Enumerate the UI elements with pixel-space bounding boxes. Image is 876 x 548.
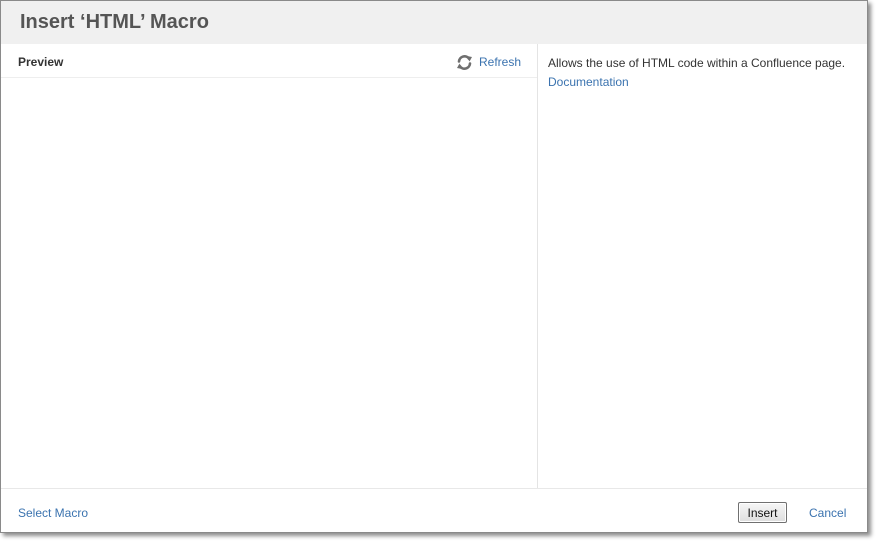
preview-label: Preview: [18, 55, 64, 69]
insert-macro-dialog: Insert ‘HTML’ Macro Preview Refresh Allo…: [0, 0, 868, 533]
cancel-link[interactable]: Cancel: [809, 506, 846, 520]
documentation-link[interactable]: Documentation: [548, 75, 629, 89]
insert-button[interactable]: Insert: [738, 502, 787, 523]
refresh-label: Refresh: [479, 55, 522, 69]
dialog-title: Insert ‘HTML’ Macro: [20, 11, 209, 33]
preview-panel: Preview Refresh: [1, 44, 538, 488]
select-macro-link[interactable]: Select Macro: [18, 506, 88, 520]
preview-toolbar: Preview Refresh: [1, 44, 537, 78]
refresh-button[interactable]: Refresh: [456, 53, 521, 71]
dialog-header: Insert ‘HTML’ Macro: [1, 1, 867, 44]
preview-area: [1, 78, 537, 488]
refresh-icon: [456, 54, 473, 71]
dialog-footer: Select Macro Insert Cancel: [1, 488, 867, 533]
macro-info-panel: Allows the use of HTML code within a Con…: [538, 44, 867, 488]
macro-description: Allows the use of HTML code within a Con…: [548, 56, 846, 70]
